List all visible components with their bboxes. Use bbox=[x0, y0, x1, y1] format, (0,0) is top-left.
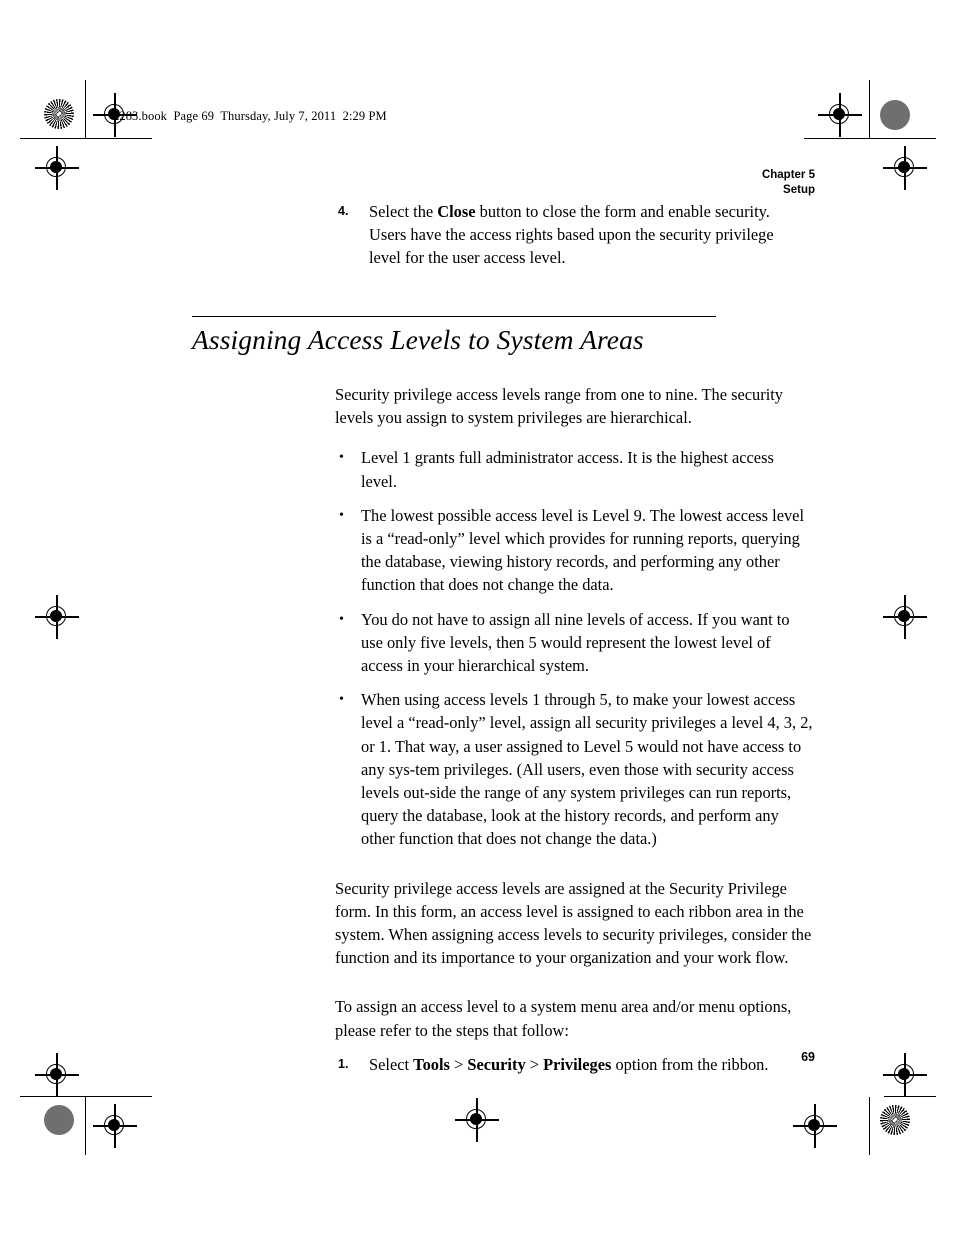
trim-line-upper-right-horizontal bbox=[804, 138, 936, 139]
page-number: 69 bbox=[801, 1050, 815, 1064]
list-item: • The lowest possible access level is Le… bbox=[335, 504, 813, 597]
registration-mark-upper-right bbox=[883, 146, 927, 190]
registration-mark-bottom-right-inner bbox=[793, 1104, 837, 1148]
star-target-bottom-right bbox=[880, 1105, 910, 1135]
chapter-header-section: Setup bbox=[783, 184, 815, 196]
trim-line-lower-right-horizontal bbox=[884, 1096, 936, 1097]
menu-path-security: Security bbox=[467, 1054, 526, 1074]
registration-mark-upper-left bbox=[35, 146, 79, 190]
menu-path-privileges: Privileges bbox=[543, 1054, 612, 1074]
chapter-header: Chapter 5 Setup bbox=[762, 168, 815, 198]
section-heading-block: Assigning Access Levels to System Areas bbox=[192, 315, 716, 357]
menu-path-separator: > bbox=[525, 1054, 544, 1074]
list-item: • Level 1 grants full administrator acce… bbox=[335, 446, 813, 492]
bullet-marker-icon: • bbox=[339, 450, 344, 466]
registration-mark-top-right-inner bbox=[818, 93, 862, 137]
step-four-bold-term: Close bbox=[437, 202, 476, 221]
steps-intro-paragraph: To assign an access level to a system me… bbox=[335, 997, 792, 1040]
step-one-number: 1. bbox=[338, 1056, 349, 1071]
bullet-marker-icon: • bbox=[339, 692, 344, 708]
security-privilege-paragraph: Security privilege access levels are ass… bbox=[335, 878, 812, 968]
registration-mark-mid-right bbox=[883, 595, 927, 639]
numbered-step-four: 4. Select the Close button to close the … bbox=[335, 200, 790, 270]
bullet-marker-icon: • bbox=[339, 507, 344, 523]
density-patch-top-right bbox=[880, 100, 910, 130]
step-four-text-before: Select the bbox=[369, 202, 438, 221]
file-info-line: 2283.book Page 69 Thursday, July 7, 2011… bbox=[113, 109, 387, 123]
step-one-text-before: Select bbox=[369, 1054, 414, 1074]
numbered-step-one: 1. Select Tools > Security > Privileges … bbox=[335, 1053, 790, 1076]
page-content: 4. Select the Close button to close the … bbox=[192, 200, 822, 1076]
list-item-text: Level 1 grants full administrator access… bbox=[361, 448, 774, 491]
list-item-text: The lowest possible access level is Leve… bbox=[361, 505, 805, 595]
menu-path-tools: Tools bbox=[413, 1054, 450, 1074]
trim-line-lower-left-horizontal bbox=[20, 1096, 152, 1097]
star-target-top-left bbox=[44, 99, 74, 129]
trim-line-top-right-vertical bbox=[869, 80, 870, 138]
registration-mark-mid-left bbox=[35, 595, 79, 639]
trim-line-upper-left-horizontal bbox=[20, 138, 152, 139]
list-item: • You do not have to assign all nine lev… bbox=[335, 608, 813, 678]
intro-paragraph: Security privilege access levels range f… bbox=[335, 385, 784, 428]
trim-line-top-left-vertical bbox=[85, 80, 86, 138]
registration-mark-lower-left bbox=[35, 1053, 79, 1097]
density-patch-bottom-left bbox=[44, 1105, 74, 1135]
bullet-marker-icon: • bbox=[339, 611, 344, 627]
list-item-text: When using access levels 1 through 5, to… bbox=[361, 690, 813, 849]
section-heading-title: Assigning Access Levels to System Areas bbox=[192, 324, 644, 355]
trim-line-bottom-left-vertical bbox=[85, 1097, 86, 1155]
registration-mark-bottom-left-inner bbox=[93, 1104, 137, 1148]
step-one-text-after: option from the ribbon. bbox=[611, 1054, 769, 1074]
access-level-bullet-list: • Level 1 grants full administrator acce… bbox=[335, 446, 813, 850]
menu-path-separator: > bbox=[449, 1054, 468, 1074]
list-item-text: You do not have to assign all nine level… bbox=[361, 609, 790, 676]
list-item: • When using access levels 1 through 5, … bbox=[335, 688, 813, 850]
step-four-number: 4. bbox=[338, 204, 349, 218]
registration-mark-lower-right bbox=[883, 1053, 927, 1097]
document-page: 2283.book Page 69 Thursday, July 7, 2011… bbox=[0, 0, 954, 1235]
registration-mark-bottom-center bbox=[455, 1098, 499, 1142]
chapter-header-chapter: Chapter 5 bbox=[761, 169, 815, 181]
trim-line-bottom-right-vertical bbox=[869, 1097, 870, 1155]
